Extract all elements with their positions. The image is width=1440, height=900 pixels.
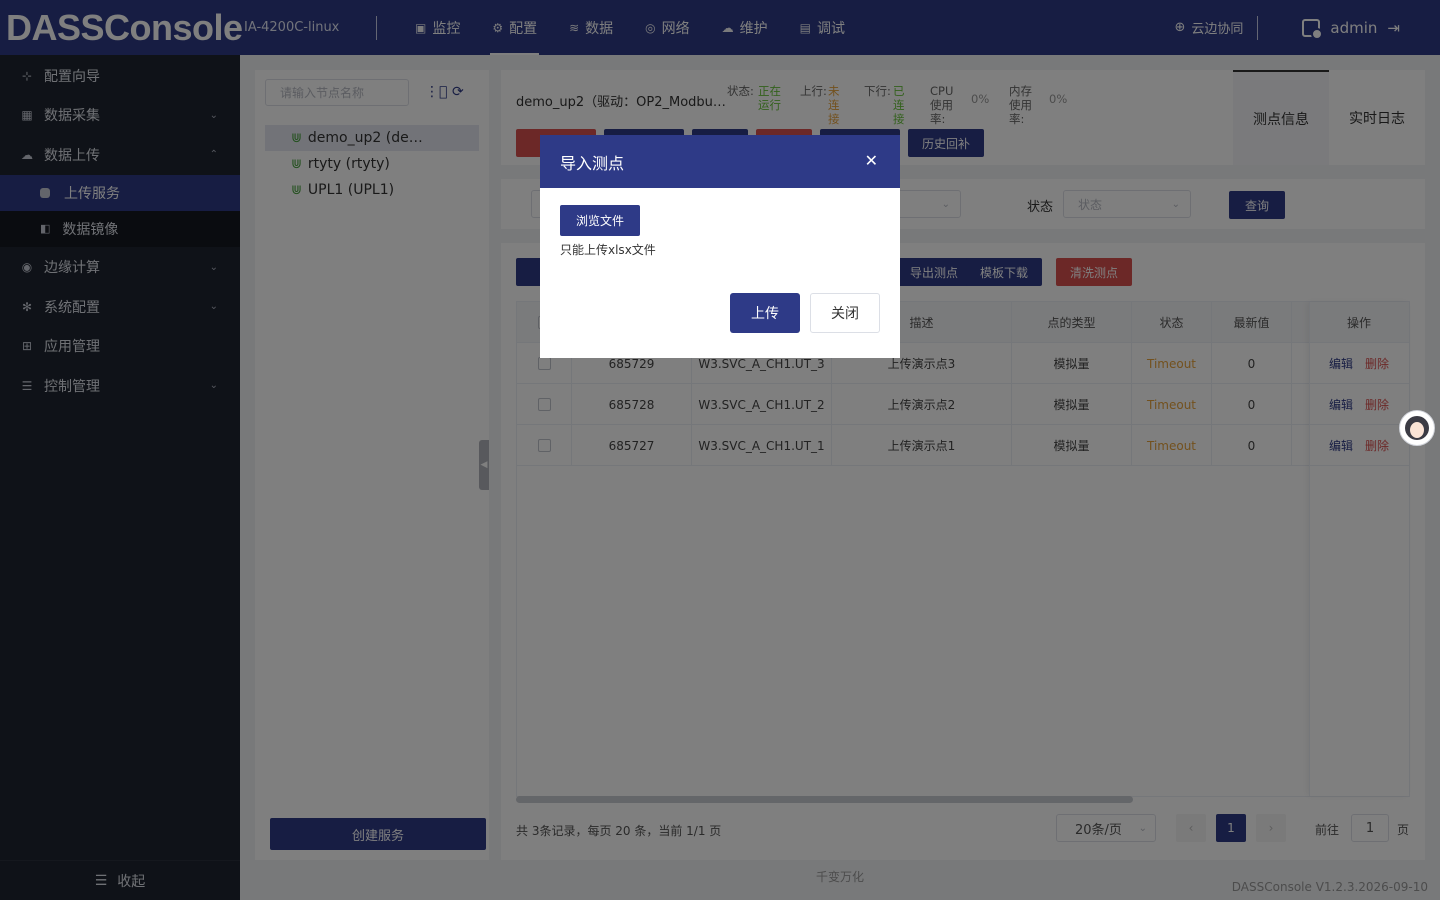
dialog-header: 导入测点 ✕ (540, 135, 900, 188)
browse-file-button[interactable]: 浏览文件 (560, 205, 640, 236)
close-button[interactable]: 关闭 (810, 293, 880, 333)
import-points-dialog: 导入测点 ✕ 浏览文件 只能上传xlsx文件 上传 关闭 (540, 135, 900, 358)
close-icon[interactable]: ✕ (865, 153, 878, 169)
dialog-title: 导入测点 (560, 153, 625, 173)
avatar-icon (1405, 416, 1429, 440)
upload-hint: 只能上传xlsx文件 (560, 243, 656, 257)
upload-button[interactable]: 上传 (730, 293, 800, 333)
assistant-avatar-button[interactable] (1399, 410, 1435, 446)
